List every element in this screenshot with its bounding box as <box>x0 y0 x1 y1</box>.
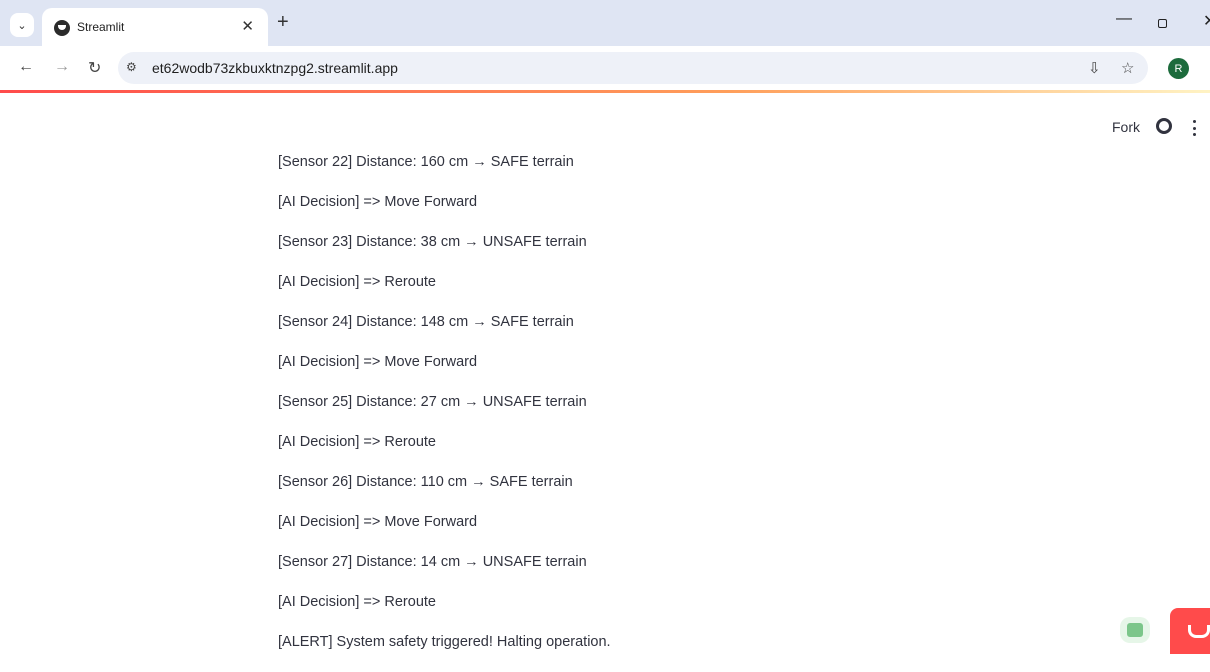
log-line: [ALERT] System safety triggered! Halting… <box>278 634 611 650</box>
log-line: [Sensor 22] Distance: 160 cm → SAFE terr… <box>278 154 574 170</box>
log-line: [Sensor 23] Distance: 38 cm → UNSAFE ter… <box>278 234 587 250</box>
minimize-icon[interactable]: — <box>1116 10 1132 28</box>
log-line: [Sensor 25] Distance: 27 cm → UNSAFE ter… <box>278 394 587 410</box>
arrow-right-icon[interactable]: → <box>54 58 70 76</box>
arrow-left-icon[interactable]: ← <box>18 58 34 76</box>
log-line: [Sensor 24] Distance: 148 cm → SAFE terr… <box>278 314 574 330</box>
log-line: [AI Decision] => Reroute <box>278 434 436 450</box>
reload-icon[interactable]: ↻ <box>88 58 101 78</box>
kebab-menu-icon[interactable] <box>1192 120 1196 136</box>
restore-icon[interactable] <box>1158 19 1167 28</box>
close-icon[interactable]: ✕ <box>241 17 254 35</box>
log-output: [Sensor 22] Distance: 160 cm → SAFE terr… <box>278 152 611 672</box>
tune-icon[interactable]: ⚙ <box>126 60 137 74</box>
chevron-down-icon[interactable]: ⌄ <box>10 13 34 37</box>
browser-tab[interactable]: Streamlit ✕ <box>42 8 268 46</box>
window-close-icon[interactable]: ✕ <box>1203 11 1210 31</box>
log-line: [Sensor 27] Distance: 14 cm → UNSAFE ter… <box>278 554 587 570</box>
star-icon[interactable]: ☆ <box>1121 59 1134 77</box>
log-line: [AI Decision] => Reroute <box>278 274 436 290</box>
browser-toolbar: ← → ↻ ⚙ et62wodb73zkbuxktnzpg2.streamlit… <box>0 46 1210 90</box>
github-icon[interactable] <box>1156 118 1172 134</box>
tab-title: Streamlit <box>77 20 125 34</box>
url-text[interactable]: et62wodb73zkbuxktnzpg2.streamlit.app <box>152 60 398 76</box>
log-line: [AI Decision] => Move Forward <box>278 194 478 210</box>
avatar[interactable]: R <box>1168 58 1189 79</box>
browser-tab-strip: ⌄ Streamlit ✕ + — ✕ <box>0 0 1210 46</box>
log-line: [AI Decision] => Move Forward <box>278 514 478 530</box>
streamlit-icon <box>54 20 70 36</box>
address-bar[interactable]: ⚙ et62wodb73zkbuxktnzpg2.streamlit.app ⇩… <box>118 52 1148 84</box>
streamlit-badge-icon[interactable] <box>1170 608 1210 654</box>
creator-avatar-icon[interactable] <box>1120 617 1150 643</box>
log-line: [Sensor 26] Distance: 110 cm → SAFE terr… <box>278 474 573 490</box>
install-app-icon[interactable]: ⇩ <box>1088 59 1101 77</box>
log-line: [AI Decision] => Reroute <box>278 594 436 610</box>
streamlit-accent-bar <box>0 90 1210 93</box>
new-tab-button[interactable]: + <box>277 11 289 34</box>
log-line: [AI Decision] => Move Forward <box>278 354 478 370</box>
fork-button[interactable]: Fork <box>1112 119 1140 135</box>
